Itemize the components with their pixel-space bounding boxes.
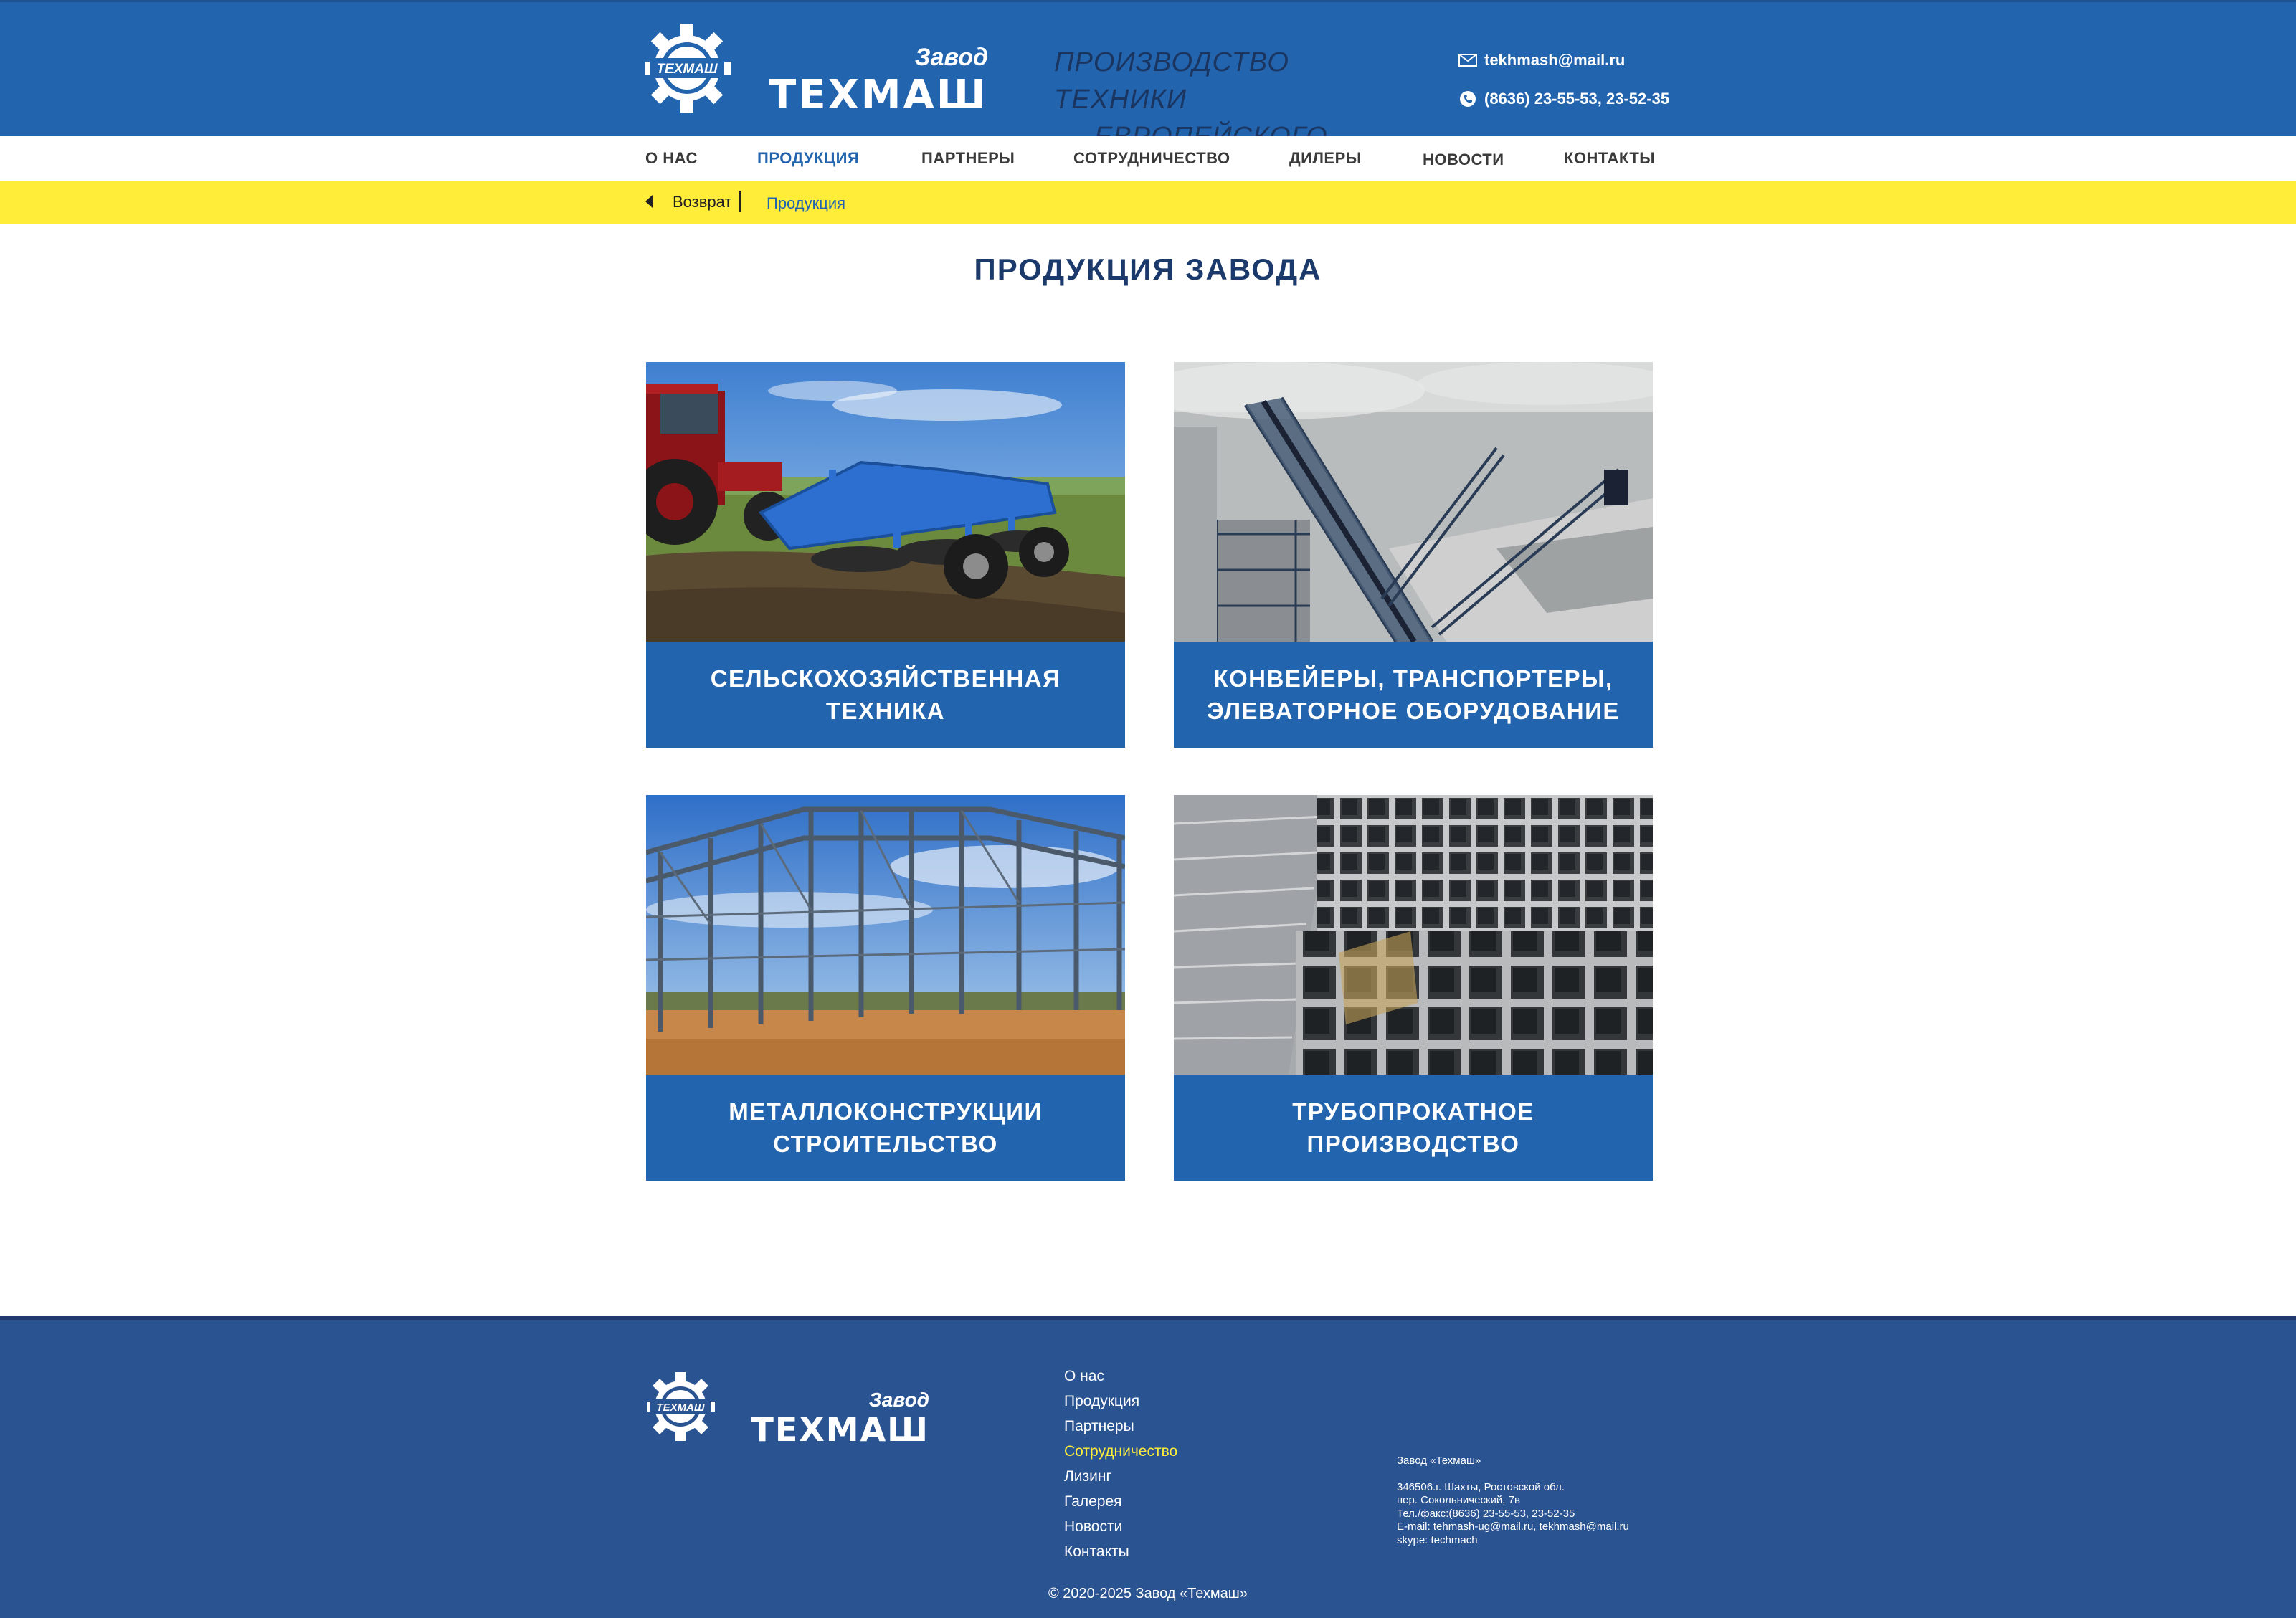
- footer-link-gallery[interactable]: Галерея: [1064, 1489, 1177, 1514]
- product-card-conveyors[interactable]: КОНВЕЙЕРЫ, ТРАНСПОРТЕРЫ, ЭЛЕВАТОРНОЕ ОБО…: [1174, 362, 1653, 748]
- footer-link-about[interactable]: О нас: [1064, 1364, 1177, 1389]
- copyright: © 2020-2025 Завод «Техмаш»: [1048, 1586, 1248, 1602]
- footer-logo-main-text: ТЕХМАШ: [751, 1410, 929, 1449]
- breadcrumb: Возврат Продукция: [0, 181, 2296, 224]
- card-caption-line-2: ЭЛЕВАТОРНОЕ ОБОРУДОВАНИЕ: [1207, 698, 1620, 724]
- card-caption-line-1: СЕЛЬСКОХОЗЯЙСТВЕННАЯ: [710, 665, 1061, 692]
- product-card-caption[interactable]: ТРУБОПРОКАТНОЕ ПРОИЗВОДСТВО: [1174, 1075, 1653, 1181]
- agricultural-machinery-image: [646, 362, 1125, 642]
- footer-link-cooperation[interactable]: Сотрудничество: [1064, 1439, 1177, 1464]
- site-footer: ТЕХМАШ Завод ТЕХМАШ О нас Продукция Парт…: [0, 1316, 2296, 1618]
- footer-link-contacts[interactable]: Контакты: [1064, 1539, 1177, 1564]
- nav-item-contacts[interactable]: КОНТАКТЫ: [1564, 149, 1655, 168]
- footer-phone: Тел./факс:(8636) 23-55-53, 23-52-35: [1397, 1507, 1575, 1520]
- card-caption-line-1: МЕТАЛЛОКОНСТРУКЦИИ: [729, 1098, 1043, 1125]
- footer-link-leasing[interactable]: Лизинг: [1064, 1464, 1177, 1489]
- caret-left-icon[interactable]: [645, 195, 653, 208]
- nav-item-products[interactable]: ПРОДУКЦИЯ: [757, 149, 859, 168]
- header-email[interactable]: tekhmash@mail.ru: [1484, 51, 1625, 70]
- card-caption-line-2: СТРОИТЕЛЬСТВО: [773, 1131, 998, 1157]
- product-card-pipe-rolling[interactable]: ТРУБОПРОКАТНОЕ ПРОИЗВОДСТВО: [1174, 795, 1653, 1181]
- footer-logo-top-text: Завод: [869, 1389, 929, 1411]
- nav-item-cooperation[interactable]: СОТРУДНИЧЕСТВО: [1073, 149, 1230, 168]
- footer-address: Завод «Техмаш» 346506.г. Шахты, Ростовск…: [1397, 1455, 1629, 1547]
- product-card-agricultural[interactable]: СЕЛЬСКОХОЗЯЙСТВЕННАЯ ТЕХНИКА: [646, 362, 1125, 748]
- slogan-line-1: ПРОИЗВОДСТВО ТЕХНИКИ: [1054, 47, 1289, 115]
- breadcrumb-separator: [739, 191, 741, 212]
- card-caption-line-2: ТЕХНИКА: [825, 698, 946, 724]
- site-header: ТЕХМАШ Завод ТЕХМАШ ПРОИЗВОДСТВО ТЕХНИКИ…: [0, 0, 2296, 189]
- product-card-caption[interactable]: МЕТАЛЛОКОНСТРУКЦИИ СТРОИТЕЛЬСТВО: [646, 1075, 1125, 1181]
- conveyor-equipment-image: [1174, 362, 1653, 642]
- footer-logo[interactable]: ТЕХМАШ Завод ТЕХМАШ: [647, 1371, 934, 1450]
- footer-link-news[interactable]: Новости: [1064, 1514, 1177, 1539]
- footer-link-partners[interactable]: Партнеры: [1064, 1414, 1177, 1439]
- nav-item-about[interactable]: О НАС: [645, 149, 698, 168]
- footer-skype: skype: techmach: [1397, 1533, 1478, 1546]
- product-card-caption[interactable]: СЕЛЬСКОХОЗЯЙСТВЕННАЯ ТЕХНИКА: [646, 642, 1125, 748]
- product-card-caption[interactable]: КОНВЕЙЕРЫ, ТРАНСПОРТЕРЫ, ЭЛЕВАТОРНОЕ ОБО…: [1174, 642, 1653, 748]
- phone-row: (8636) 23-55-53, 23-52-35: [1458, 87, 1669, 111]
- footer-address-line: пер. Сокольнический, 7в: [1397, 1494, 1520, 1506]
- footer-link-products[interactable]: Продукция: [1064, 1389, 1177, 1414]
- card-caption-line-1: ТРУБОПРОКАТНОЕ: [1292, 1098, 1534, 1125]
- footer-address-spacer: [1397, 1468, 1629, 1481]
- header-contacts: tekhmash@mail.ru (8636) 23-55-53, 23-52-…: [1458, 48, 1669, 125]
- footer-logo-badge-text: ТЕХМАШ: [656, 1402, 705, 1414]
- breadcrumb-back-link[interactable]: Возврат: [673, 193, 732, 211]
- footer-address-line: 346506.г. Шахты, Ростовской обл.: [1397, 1480, 1565, 1493]
- footer-menu: О нас Продукция Партнеры Сотрудничество …: [1064, 1364, 1177, 1564]
- footer-email[interactable]: E-mail: tehmash-ug@mail.ru, tekhmash@mai…: [1397, 1521, 1629, 1534]
- nav-item-partners[interactable]: ПАРТНЕРЫ: [921, 149, 1015, 168]
- breadcrumb-current: Продукция: [767, 194, 846, 212]
- nav-item-dealers[interactable]: ДИЛЕРЫ: [1289, 149, 1362, 168]
- logo-main-text: ТЕХМАШ: [769, 72, 988, 117]
- email-row[interactable]: tekhmash@mail.ru: [1458, 48, 1669, 72]
- footer-company-name: Завод «Техмаш»: [1397, 1455, 1481, 1467]
- page-title: ПРОДУКЦИЯ ЗАВОДА: [974, 252, 1322, 286]
- main-nav: О НАС ПРОДУКЦИЯ ПАРТНЕРЫ СОТРУДНИЧЕСТВО …: [0, 136, 2296, 181]
- nav-item-news[interactable]: НОВОСТИ: [1423, 151, 1504, 169]
- header-phone: (8636) 23-55-53, 23-52-35: [1484, 90, 1670, 108]
- envelope-icon: [1458, 51, 1477, 70]
- metal-structures-image: [646, 795, 1125, 1075]
- product-card-metal-structures[interactable]: МЕТАЛЛОКОНСТРУКЦИИ СТРОИТЕЛЬСТВО: [646, 795, 1125, 1181]
- card-caption-line-2: ПРОИЗВОДСТВО: [1306, 1131, 1520, 1157]
- logo-top-text: Завод: [915, 44, 988, 71]
- card-caption-line-1: КОНВЕЙЕРЫ, ТРАНСПОРТЕРЫ,: [1213, 665, 1613, 692]
- logo-badge-text: ТЕХМАШ: [656, 62, 718, 77]
- site-logo[interactable]: ТЕХМАШ Завод ТЕХМАШ: [645, 24, 997, 117]
- steel-pipes-image: [1174, 795, 1653, 1075]
- phone-icon: [1458, 90, 1477, 108]
